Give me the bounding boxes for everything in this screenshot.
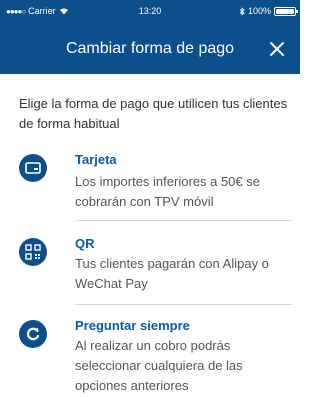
- status-bar: ●●●●○ Carrier 13:20 100%: [0, 0, 300, 22]
- divider: [75, 304, 292, 305]
- option-card-description: Los importes inferiores a 50€ se cobrará…: [75, 174, 260, 209]
- option-qr-icon-circle: [19, 238, 47, 266]
- option-ask-icon-circle: [19, 320, 47, 348]
- battery-fill: [276, 8, 294, 14]
- page-title: Cambiar forma de pago: [65, 40, 235, 57]
- status-right: 100%: [239, 6, 298, 16]
- option-ask-title: Preguntar siempre: [75, 318, 190, 333]
- refresh-icon: [26, 327, 40, 341]
- qr-code-icon: [25, 244, 41, 260]
- intro-text: Elige la forma de pago que utilicen tus …: [19, 96, 288, 131]
- option-qr[interactable]: QR Tus clientes pagarán con Alipay o WeC…: [0, 232, 300, 306]
- option-qr-description: Tus clientes pagarán con Alipay o WeChat…: [75, 256, 269, 291]
- bluetooth-icon: [239, 6, 245, 16]
- close-icon: [270, 42, 284, 56]
- option-ask-always[interactable]: Preguntar siempre Al realizar un cobro p…: [0, 314, 300, 397]
- battery-icon: [274, 6, 298, 16]
- close-button[interactable]: [266, 38, 288, 60]
- divider: [75, 220, 292, 221]
- option-card[interactable]: Tarjeta Los importes inferiores a 50€ se…: [0, 148, 300, 220]
- card-icon: [25, 162, 41, 174]
- option-card-icon-circle: [19, 154, 47, 182]
- option-ask-description: Al realizar un cobro podrás seleccionar …: [75, 338, 243, 393]
- battery-percent: 100%: [247, 6, 271, 16]
- option-card-title: Tarjeta: [75, 152, 117, 167]
- option-qr-title: QR: [75, 236, 95, 251]
- header: ●●●●○ Carrier 13:20 100% Cambiar forma d…: [0, 0, 300, 74]
